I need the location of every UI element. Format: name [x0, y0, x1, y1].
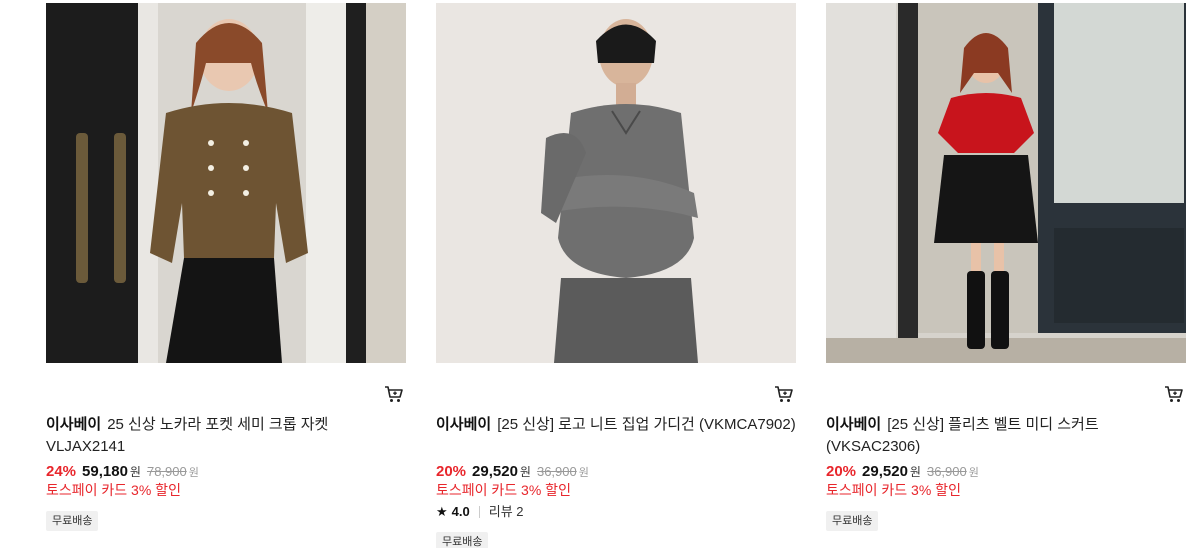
currency-label: 원	[909, 465, 921, 479]
price-row: 20% 29,520 원 36,900 원	[826, 461, 979, 483]
sale-price: 29,520	[862, 463, 908, 480]
original-price: 78,900	[146, 464, 187, 479]
original-currency-label: 원	[578, 467, 589, 479]
sale-price: 29,520	[472, 463, 518, 480]
original-price: 36,900	[536, 464, 577, 479]
star-icon: ★	[436, 504, 448, 519]
promo-text: 토스페이 카드 3% 할인	[46, 482, 181, 498]
price-row: 20% 29,520 원 36,900 원	[436, 461, 589, 483]
product-photo-knit-cardigan	[436, 3, 796, 363]
promo-text: 토스페이 카드 3% 할인	[436, 482, 571, 498]
product-title: [25 신상] 로고 니트 집업 가디건 (VKMCA7902)	[497, 416, 796, 433]
currency-label: 원	[519, 465, 531, 479]
cart-icon[interactable]	[1164, 384, 1184, 404]
product-card[interactable]: 이사베이 25 신상 노카라 포켓 세미 크롭 자켓 VLJAX2141 24% 5…	[46, 0, 406, 531]
original-currency-label: 원	[188, 467, 199, 479]
sale-price: 59,180	[82, 463, 128, 480]
rating-value: 4.0	[451, 504, 470, 519]
divider	[478, 506, 480, 518]
promo-text: 토스페이 카드 3% 할인	[826, 482, 961, 498]
cart-icon[interactable]	[384, 384, 404, 404]
original-currency-label: 원	[968, 467, 979, 479]
free-shipping-badge: 무료배송	[826, 511, 879, 531]
product-image[interactable]	[826, 3, 1186, 363]
free-shipping-badge: 무료배송	[46, 511, 99, 531]
discount-rate: 24%	[46, 463, 77, 480]
brand-name: 이사베이	[436, 416, 492, 433]
product-image[interactable]	[46, 3, 406, 363]
brand-name: 이사베이	[826, 416, 882, 433]
product-photo-pleated-skirt	[826, 3, 1186, 363]
product-name[interactable]: 이사베이 [25 신상] 플리츠 벨트 미디 스커트 (VKSAC2306)	[826, 414, 1186, 458]
discount-rate: 20%	[436, 463, 467, 480]
currency-label: 원	[129, 465, 141, 479]
product-grid: 이사베이 25 신상 노카라 포켓 세미 크롭 자켓 VLJAX2141 24% 5…	[0, 0, 1195, 548]
product-name[interactable]: 이사베이 25 신상 노카라 포켓 세미 크롭 자켓 VLJAX2141	[46, 414, 406, 458]
review-summary[interactable]: ★ 4.0 리뷰 2	[436, 503, 524, 521]
review-count: 리뷰 2	[488, 504, 524, 519]
product-card[interactable]: 이사베이 [25 신상] 로고 니트 집업 가디건 (VKMCA7902) 20%…	[436, 0, 796, 548]
free-shipping-badge: 무료배송	[436, 532, 489, 548]
original-price: 36,900	[926, 464, 967, 479]
price-row: 24% 59,180 원 78,900 원	[46, 461, 199, 483]
brand-name: 이사베이	[46, 416, 102, 433]
product-name[interactable]: 이사베이 [25 신상] 로고 니트 집업 가디건 (VKMCA7902)	[436, 414, 796, 436]
product-image[interactable]	[436, 3, 796, 363]
product-photo-tweed-jacket	[46, 3, 406, 363]
product-card[interactable]: 이사베이 [25 신상] 플리츠 벨트 미디 스커트 (VKSAC2306) 20…	[826, 0, 1186, 531]
cart-icon[interactable]	[774, 384, 794, 404]
discount-rate: 20%	[826, 463, 857, 480]
